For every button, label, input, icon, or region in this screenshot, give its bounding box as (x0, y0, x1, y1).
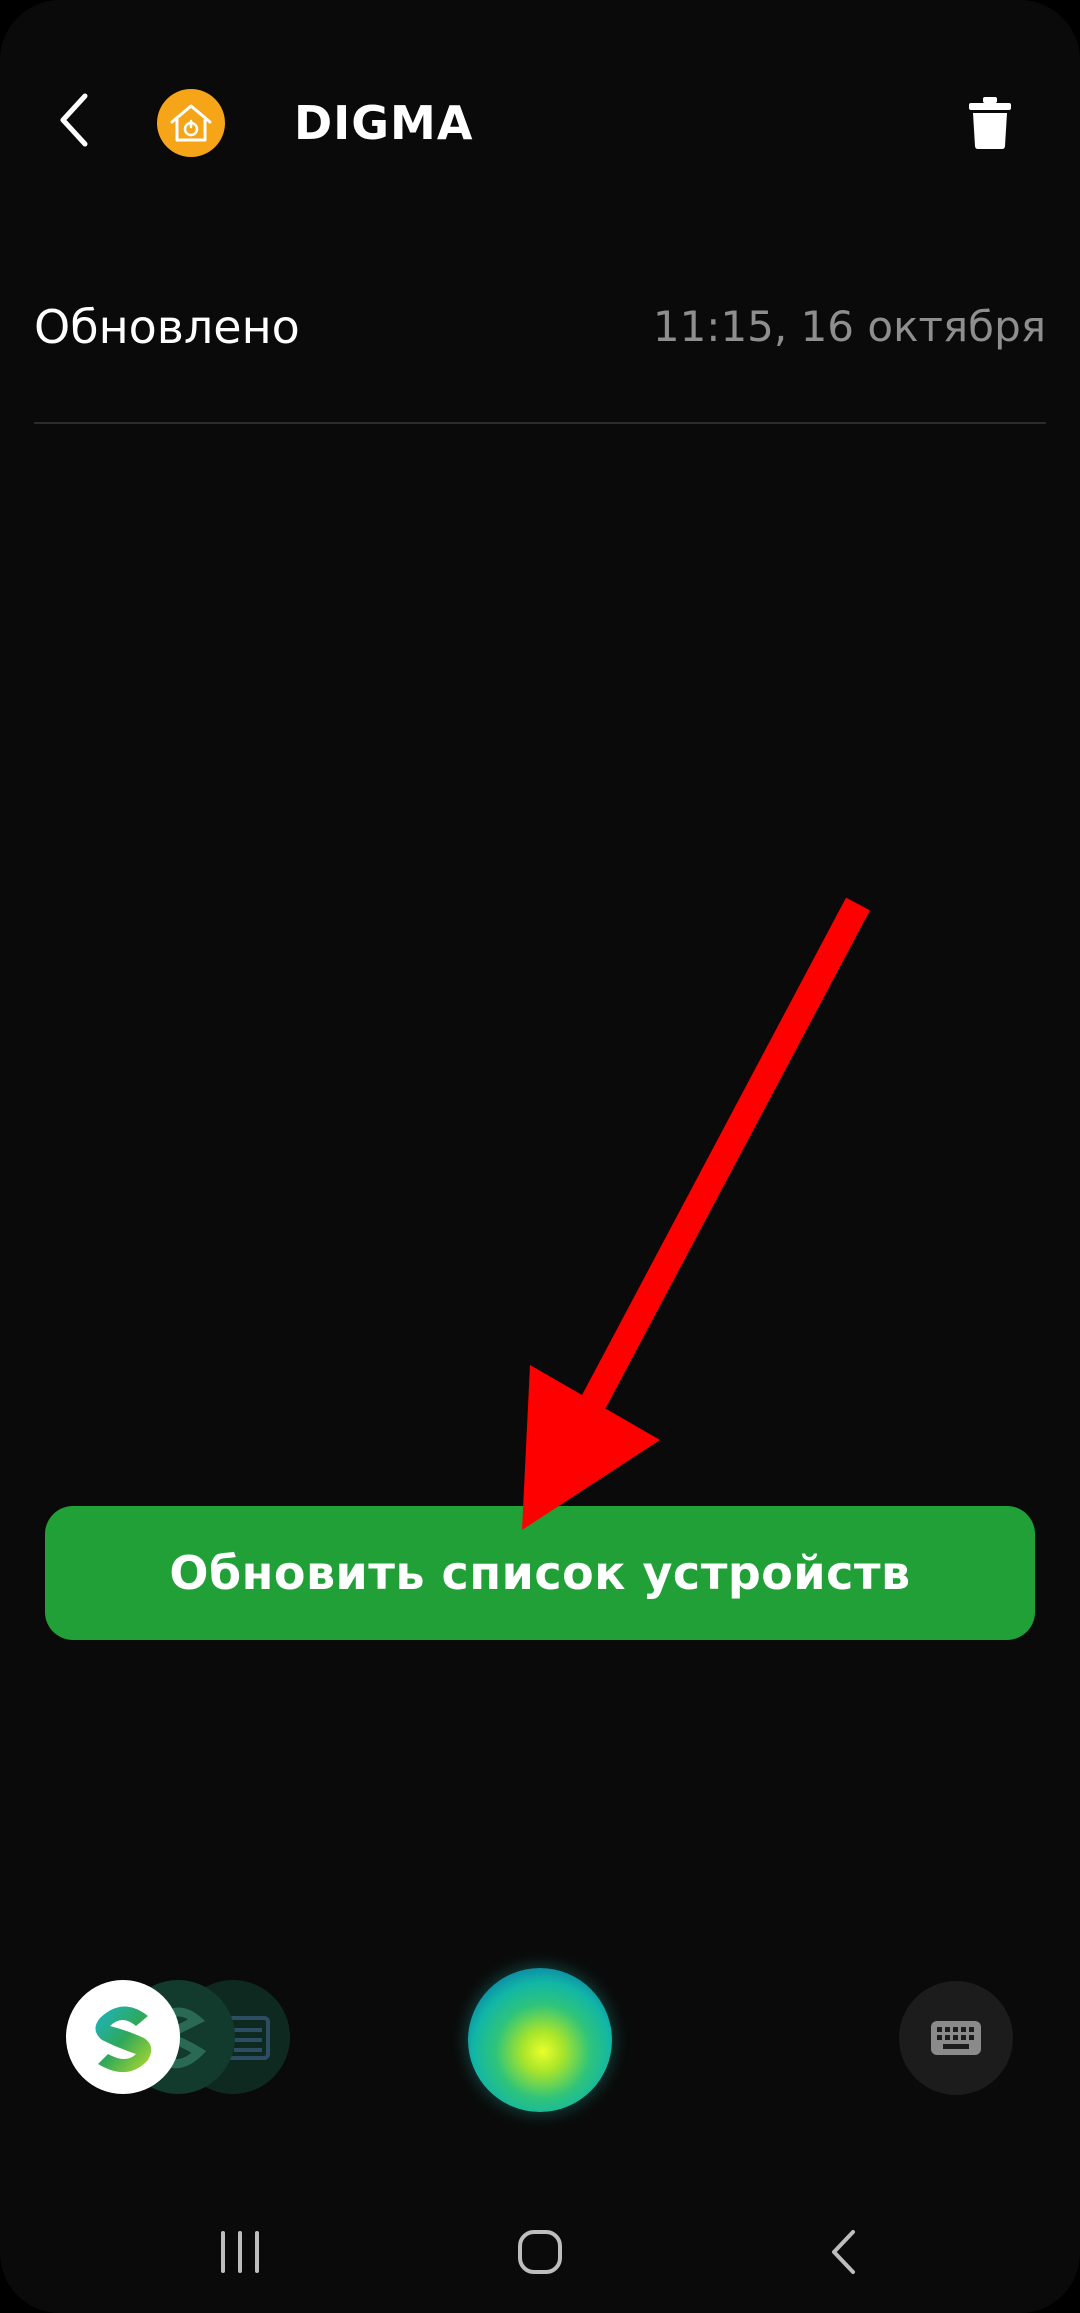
system-back-button[interactable] (815, 2222, 875, 2282)
divider (34, 422, 1046, 424)
keyboard-button[interactable] (899, 1981, 1013, 2095)
back-icon (832, 2230, 855, 2274)
header: DIGMA (0, 0, 1080, 250)
assistant-bar (0, 1960, 1080, 2120)
screen: DIGMA Обновлено 11:15, 16 октября Обнови… (0, 0, 1080, 2313)
updated-timestamp: 11:15, 16 октября (652, 302, 1046, 351)
page-title: DIGMA (294, 96, 474, 150)
refresh-device-list-button[interactable]: Обновить список устройств (45, 1506, 1035, 1640)
sber-logo-icon (95, 2006, 152, 2073)
home-button[interactable] (510, 2222, 570, 2282)
trash-icon (969, 97, 1011, 149)
home-icon (518, 2230, 562, 2274)
home-power-icon (170, 104, 212, 142)
assistant-avatars[interactable] (66, 1980, 306, 2096)
system-nav-bar (0, 2200, 1080, 2313)
delete-button[interactable] (955, 88, 1025, 158)
chevron-left-icon (60, 93, 88, 147)
assistant-orb-button[interactable] (468, 1968, 612, 2112)
assistant-avatar-1[interactable] (66, 1980, 180, 2094)
recent-apps-icon (221, 2231, 259, 2273)
back-button[interactable] (40, 85, 110, 155)
updated-row: Обновлено 11:15, 16 октября (34, 290, 1046, 364)
keyboard-icon (931, 2021, 981, 2055)
recent-apps-button[interactable] (210, 2222, 270, 2282)
updated-label: Обновлено (34, 300, 300, 354)
app-icon (157, 89, 225, 157)
